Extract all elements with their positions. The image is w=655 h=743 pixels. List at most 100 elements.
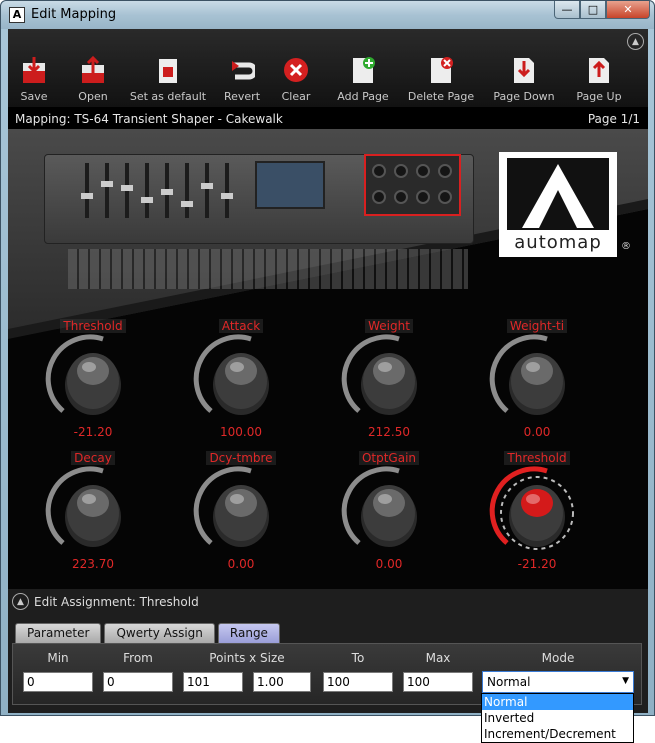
encoder-highlight [364, 154, 461, 216]
page-down-icon [514, 58, 534, 83]
to-field[interactable]: 100 [323, 672, 393, 692]
knob-label: OtptGain [334, 451, 444, 465]
delete-page-label: Delete Page [407, 90, 475, 103]
client-area: ▲ Save Open Set as default Revert Clear [8, 29, 648, 713]
tab-qwerty-assign[interactable]: Qwerty Assign [104, 623, 215, 643]
automap-logo: automap [499, 152, 617, 257]
knob-dial-icon[interactable] [334, 465, 444, 557]
set-default-icon [159, 59, 177, 83]
keyboard-keys [68, 249, 468, 289]
revert-icon [232, 61, 255, 80]
tab-range[interactable]: Range [217, 623, 280, 643]
page-indicator: Page 1/1 [587, 112, 640, 126]
open-label: Open [78, 90, 108, 103]
controller-stage: automap ® Threshold -21.20 Attack 100.00 Wei… [8, 129, 648, 589]
knob-dial-icon[interactable] [186, 465, 296, 557]
page-down-button[interactable]: Page Down [484, 55, 564, 103]
mode-select[interactable]: Normal ▼ [482, 671, 634, 693]
knob-1[interactable]: Threshold -21.20 [38, 319, 148, 459]
collapse-edit-icon[interactable]: ▲ [12, 593, 29, 610]
mode-option-inverted[interactable]: Inverted [482, 710, 633, 726]
knob-6[interactable]: Dcy-tmbre 0.00 [186, 451, 296, 589]
clear-label: Clear [281, 90, 311, 103]
points-field[interactable]: 101 [183, 672, 243, 692]
knob-2[interactable]: Attack 100.00 [186, 319, 296, 459]
knob-8[interactable]: Threshold -21.20 [482, 451, 592, 589]
add-page-icon [353, 57, 375, 83]
set-default-button[interactable]: Set as default [128, 55, 208, 103]
page-up-button[interactable]: Page Up [559, 55, 639, 103]
lcd-display [255, 161, 325, 209]
mode-option-increment-decrement[interactable]: Increment/Decrement [482, 726, 633, 742]
window-title: Edit Mapping [31, 7, 117, 22]
knob-dial-icon[interactable] [38, 465, 148, 557]
knob-label: Dcy-tmbre [186, 451, 296, 465]
delete-page-button[interactable]: Delete Page [401, 55, 481, 103]
knob-dial-icon[interactable] [186, 333, 296, 425]
points-size-header: Points x Size [209, 651, 285, 665]
collapse-toolbar-icon[interactable]: ▲ [627, 33, 644, 50]
save-icon [23, 57, 45, 83]
knob-value: 0.00 [523, 425, 551, 439]
logo-text: automap [514, 232, 602, 253]
add-page-label: Add Page [337, 90, 389, 103]
mode-select-value: Normal [487, 675, 531, 689]
knob-label: Decay [38, 451, 148, 465]
knob-label: Weight [334, 319, 444, 333]
edit-assignment-header[interactable]: ▲ Edit Assignment: Threshold [12, 593, 199, 610]
knob-dial-icon[interactable] [482, 465, 592, 557]
edit-mapping-window: A Edit Mapping — □ ✕ ▲ Save Open Set as … [0, 0, 655, 716]
from-field[interactable]: 0 [103, 672, 173, 692]
open-icon [82, 55, 104, 83]
page-up-label: Page Up [576, 90, 622, 103]
title-bar[interactable]: A Edit Mapping — □ ✕ [1, 1, 654, 29]
close-button[interactable]: ✕ [606, 1, 650, 19]
min-header: Min [47, 651, 69, 665]
knob-value: 100.00 [220, 425, 262, 439]
mode-dropdown-list: Normal Inverted Increment/Decrement [481, 693, 634, 743]
knob-value: 0.00 [375, 557, 403, 571]
knob-dial-icon[interactable] [38, 333, 148, 425]
chevron-down-icon[interactable]: ▼ [622, 676, 629, 686]
minimize-button[interactable]: — [554, 1, 580, 19]
delete-page-icon [431, 57, 453, 83]
knob-value: -21.20 [73, 425, 113, 439]
save-label: Save [20, 90, 48, 103]
to-header: To [351, 651, 365, 665]
knob-value: -21.20 [517, 557, 557, 571]
knob-value: 223.70 [72, 557, 114, 571]
knob-4[interactable]: Weight-ti 0.00 [482, 319, 592, 459]
page-down-label: Page Down [493, 90, 555, 103]
knob-value: 0.00 [227, 557, 255, 571]
edit-tabs: Parameter Qwerty Assign Range [15, 623, 283, 643]
knob-7[interactable]: OtptGain 0.00 [334, 451, 444, 589]
maximize-button[interactable]: □ [580, 1, 606, 19]
open-button[interactable]: Open [53, 55, 133, 103]
size-field[interactable]: 1.00 [253, 672, 311, 692]
knob-3[interactable]: Weight 212.50 [334, 319, 444, 459]
add-page-button[interactable]: Add Page [323, 55, 403, 103]
registered-mark: ® [621, 241, 631, 252]
max-field[interactable]: 100 [403, 672, 473, 692]
app-icon: A [9, 7, 25, 23]
min-field[interactable]: 0 [23, 672, 93, 692]
page-up-icon [589, 58, 609, 83]
knob-dial-icon[interactable] [334, 333, 444, 425]
knob-dial-icon[interactable] [482, 333, 592, 425]
set-default-label: Set as default [129, 90, 207, 103]
knob-value: 212.50 [368, 425, 410, 439]
knob-label: Weight-ti [482, 319, 592, 333]
mode-option-normal[interactable]: Normal [482, 694, 633, 710]
from-header: From [123, 651, 153, 665]
knob-label: Threshold [38, 319, 148, 333]
knob-5[interactable]: Decay 223.70 [38, 451, 148, 589]
revert-label: Revert [223, 90, 261, 103]
knob-label: Threshold [482, 451, 592, 465]
max-header: Max [425, 651, 451, 665]
mapping-title: Mapping: TS-64 Transient Shaper - Cakewa… [15, 112, 283, 126]
clear-icon [284, 58, 308, 82]
toolbar: ▲ Save Open Set as default Revert Clear [8, 29, 648, 107]
mode-header: Mode [541, 651, 575, 665]
tab-parameter[interactable]: Parameter [15, 623, 102, 643]
knob-label: Attack [186, 319, 296, 333]
